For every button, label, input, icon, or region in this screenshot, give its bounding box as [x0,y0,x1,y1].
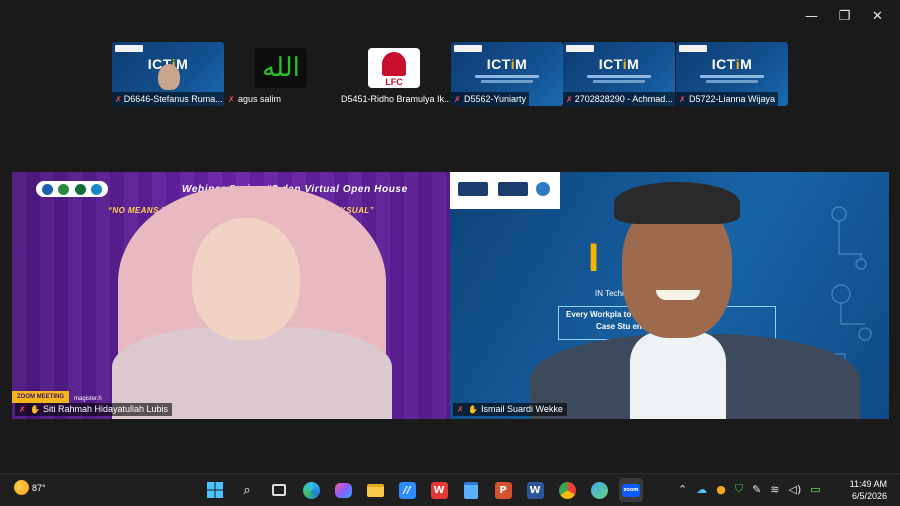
logo-icon [58,183,70,195]
participant-tile[interactable]: ICTiM ✗ 2702828290 - Achmad... [563,42,675,106]
logo-icon [536,182,550,196]
chevron-up-icon[interactable]: ⌃ [678,483,687,496]
binus-logos [450,172,560,209]
mic-off-icon: ✗ [115,94,122,104]
clock-date: 6/5/2026 [851,491,887,501]
search-icon[interactable]: ⌕ [235,478,259,502]
slide-subtitle [700,75,764,78]
zoom-meeting-window: — ❐ ✕ ICTiM ✗ D6646-Stefanus Ruma... الله… [0,0,900,506]
window-controls: — ❐ ✕ [795,6,894,28]
system-tray: ⌃ ☁ ● ⛉ ✎ ≋ ◁) ▭ [678,482,821,496]
slide-title: ICTiM [486,56,528,72]
wifi-icon[interactable]: ≋ [770,483,779,496]
participant-tile[interactable]: ICTiM ✗ D6646-Stefanus Ruma... [112,42,224,106]
volume-icon[interactable]: ◁) [789,483,802,496]
mic-off-icon: ✗ [679,94,686,104]
clock-time: 11:49 AM [849,479,887,489]
profile-picture: LFC [368,48,420,88]
photos-icon[interactable] [587,478,611,502]
participant-tile[interactable]: LFC D5451-Ridho Bramulya Ik... [338,42,450,106]
slide-subtitle [475,75,539,78]
slide-title: ICTiM [598,56,640,72]
slide-subtitle [593,80,645,83]
chrome-icon[interactable] [555,478,579,502]
close-button[interactable]: ✕ [861,6,894,28]
logo-icon [91,183,103,195]
start-icon[interactable] [203,478,227,502]
logo-icon [458,182,488,196]
defender-icon[interactable]: ⛉ [735,482,743,496]
raise-hand-icon: ✋ [468,405,478,414]
mic-off-icon: ✗ [19,405,26,414]
raise-hand-icon: ✋ [30,405,40,414]
speaker-name-tag: ✗ ✋ Siti Rahmah Hidayatullah Lubis [15,403,173,416]
edge-icon[interactable] [299,478,323,502]
binus-logo-icon [115,45,143,52]
participant-name-tag: D5451-Ridho Bramulya Ik... [341,94,450,104]
slide-subtitle [706,80,758,83]
mic-off-icon: ✗ [457,405,464,414]
copilot-icon[interactable] [331,478,355,502]
binus-logo-icon [454,45,482,52]
minimize-button[interactable]: — [795,6,828,28]
speaker-cap [614,182,740,224]
zoom-workplace-icon[interactable]: // [395,478,419,502]
powerpoint-icon[interactable]: P [491,478,515,502]
participant-name-tag: ✗ D5562-Yuniarty [451,92,530,106]
participant-name-tag: ✗ 2702828290 - Achmad... [563,92,675,106]
participant-name-tag: ✗ D6646-Stefanus Ruma... [112,92,224,106]
binus-logo-icon [679,45,707,52]
speaker-face [192,218,300,340]
slide-subtitle [481,80,533,83]
taskbar-apps: ⌕ // W P W zoom [203,478,643,502]
mic-off-icon: ✗ [454,94,461,104]
temperature: 87° [32,482,46,493]
sun-icon [14,480,29,495]
profile-picture: الله [255,48,307,88]
participant-name-tag: ✗ D5722-Lianna Wijaya [676,92,779,106]
mic-off-icon: ✗ [228,94,235,104]
mic-off-icon: ✗ [566,94,573,104]
zoom-icon[interactable]: zoom [619,478,643,502]
file-explorer-icon[interactable] [363,478,387,502]
participant-tile[interactable]: ICTiM ✗ D5562-Yuniarty [451,42,563,106]
wps-icon[interactable]: W [427,478,451,502]
binus-logo-icon [566,45,594,52]
participant-face [158,64,180,90]
liverbird-icon [382,52,406,76]
speaker-shirt [630,332,726,419]
participant-tile[interactable]: ICTiM ✗ D5722-Lianna Wijaya [676,42,788,106]
logo-icon [498,182,528,196]
video-tile-right[interactable]: II IN Techno ent Every Workpla to Academ… [450,172,889,419]
slide-title: ICTiM [711,56,753,72]
app-tray-icon[interactable]: ● [716,483,726,496]
restore-button[interactable]: ❐ [828,6,861,28]
battery-icon[interactable]: ▭ [810,483,820,496]
onedrive-icon[interactable]: ☁ [696,483,707,496]
task-view-icon[interactable] [267,478,291,502]
participant-name-tag: ✗ agus salim [228,94,282,104]
banner-url: magister.h [74,396,102,402]
lfc-logo-text: LFC [385,77,403,87]
logo-icon [41,183,53,195]
system-clock[interactable]: 11:49 AM 6/5/2026 [850,478,887,502]
word-icon[interactable]: W [523,478,547,502]
participant-strip: ICTiM ✗ D6646-Stefanus Ruma... الله ✗ agus… [112,42,788,106]
speaker-smile [656,290,700,300]
slide-subtitle [587,75,651,78]
participant-tile[interactable]: الله ✗ agus salim [225,42,337,106]
speaker-name-tag: ✗ ✋ Ismail Suardi Wekke [453,403,567,416]
pen-icon[interactable]: ✎ [752,483,761,496]
notepad-icon[interactable] [459,478,483,502]
sponsor-logos [36,181,108,197]
logo-icon [74,183,86,195]
zoom-meeting-banner: ZOOM MEETING [12,391,69,403]
video-tile-left[interactable]: Webinar Series #2 dan Virtual Open House… [12,172,450,419]
windows-taskbar: 87° ⌕ // W P W zoom ⌃ ☁ ● ⛉ ✎ ≋ ◁) ▭ 11:… [0,473,900,506]
weather-widget[interactable]: 87° [14,480,46,495]
